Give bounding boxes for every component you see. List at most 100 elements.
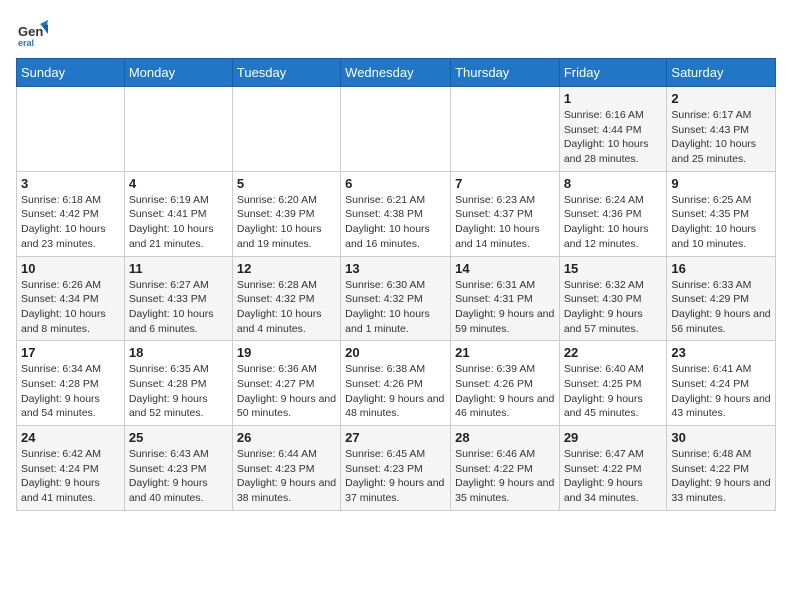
day-number: 9 bbox=[671, 176, 771, 191]
day-number: 25 bbox=[129, 430, 228, 445]
calendar-cell: 11 Sunrise: 6:27 AM Sunset: 4:33 PM Dayli… bbox=[124, 256, 232, 341]
day-info: Sunrise: 6:40 AM Sunset: 4:25 PM Dayligh… bbox=[564, 362, 663, 421]
day-info: Sunrise: 6:46 AM Sunset: 4:22 PM Dayligh… bbox=[455, 447, 555, 506]
day-info: Sunrise: 6:26 AM Sunset: 4:34 PM Dayligh… bbox=[21, 278, 120, 337]
day-info: Sunrise: 6:23 AM Sunset: 4:37 PM Dayligh… bbox=[455, 193, 555, 252]
day-number: 22 bbox=[564, 345, 663, 360]
calendar-week-0: 1 Sunrise: 6:16 AM Sunset: 4:44 PM Daylig… bbox=[17, 87, 776, 172]
header-day-saturday: Saturday bbox=[667, 59, 776, 87]
day-number: 2 bbox=[671, 91, 771, 106]
svg-text:eral: eral bbox=[18, 38, 34, 48]
calendar-cell bbox=[17, 87, 125, 172]
calendar-cell: 13Sunrise: 6:30 AM Sunset: 4:32 PM Dayli… bbox=[341, 256, 451, 341]
calendar-cell: 18 Sunrise: 6:35 AM Sunset: 4:28 PM Dayli… bbox=[124, 341, 232, 426]
day-number: 28 bbox=[455, 430, 555, 445]
day-info: Sunrise: 6:44 AM Sunset: 4:23 PM Dayligh… bbox=[237, 447, 336, 506]
day-info: Sunrise: 6:25 AM Sunset: 4:35 PM Dayligh… bbox=[671, 193, 771, 252]
svg-text:Gen: Gen bbox=[18, 24, 43, 39]
day-number: 14 bbox=[455, 261, 555, 276]
calendar-cell: 12 Sunrise: 6:28 AM Sunset: 4:32 PM Dayli… bbox=[232, 256, 340, 341]
day-number: 26 bbox=[237, 430, 336, 445]
day-info: Sunrise: 6:42 AM Sunset: 4:24 PM Dayligh… bbox=[21, 447, 120, 506]
calendar-cell: 27 Sunrise: 6:45 AM Sunset: 4:23 PM Dayli… bbox=[341, 426, 451, 511]
day-info: Sunrise: 6:45 AM Sunset: 4:23 PM Dayligh… bbox=[345, 447, 446, 506]
calendar-cell: 29 Sunrise: 6:47 AM Sunset: 4:22 PM Dayli… bbox=[559, 426, 667, 511]
calendar-week-4: 24Sunrise: 6:42 AM Sunset: 4:24 PM Dayli… bbox=[17, 426, 776, 511]
day-number: 18 bbox=[129, 345, 228, 360]
day-number: 23 bbox=[671, 345, 771, 360]
day-number: 12 bbox=[237, 261, 336, 276]
day-info: Sunrise: 6:27 AM Sunset: 4:33 PM Dayligh… bbox=[129, 278, 228, 337]
calendar-cell bbox=[341, 87, 451, 172]
calendar-cell: 7 Sunrise: 6:23 AM Sunset: 4:37 PM Daylig… bbox=[451, 171, 560, 256]
day-info: Sunrise: 6:35 AM Sunset: 4:28 PM Dayligh… bbox=[129, 362, 228, 421]
day-number: 7 bbox=[455, 176, 555, 191]
day-info: Sunrise: 6:17 AM Sunset: 4:43 PM Dayligh… bbox=[671, 108, 771, 167]
day-info: Sunrise: 6:38 AM Sunset: 4:26 PM Dayligh… bbox=[345, 362, 446, 421]
day-number: 5 bbox=[237, 176, 336, 191]
page-header: Gen eral bbox=[16, 16, 776, 48]
day-info: Sunrise: 6:34 AM Sunset: 4:28 PM Dayligh… bbox=[21, 362, 120, 421]
header-day-monday: Monday bbox=[124, 59, 232, 87]
day-info: Sunrise: 6:48 AM Sunset: 4:22 PM Dayligh… bbox=[671, 447, 771, 506]
day-info: Sunrise: 6:41 AM Sunset: 4:24 PM Dayligh… bbox=[671, 362, 771, 421]
day-info: Sunrise: 6:21 AM Sunset: 4:38 PM Dayligh… bbox=[345, 193, 446, 252]
day-info: Sunrise: 6:43 AM Sunset: 4:23 PM Dayligh… bbox=[129, 447, 228, 506]
day-number: 15 bbox=[564, 261, 663, 276]
calendar-cell: 22 Sunrise: 6:40 AM Sunset: 4:25 PM Dayli… bbox=[559, 341, 667, 426]
day-info: Sunrise: 6:39 AM Sunset: 4:26 PM Dayligh… bbox=[455, 362, 555, 421]
calendar-cell: 14Sunrise: 6:31 AM Sunset: 4:31 PM Dayli… bbox=[451, 256, 560, 341]
day-number: 27 bbox=[345, 430, 446, 445]
calendar-cell bbox=[451, 87, 560, 172]
header-day-wednesday: Wednesday bbox=[341, 59, 451, 87]
calendar-cell: 4Sunrise: 6:19 AM Sunset: 4:41 PM Daylig… bbox=[124, 171, 232, 256]
header-row: SundayMondayTuesdayWednesdayThursdayFrid… bbox=[17, 59, 776, 87]
calendar-cell: 9 Sunrise: 6:25 AM Sunset: 4:35 PM Daylig… bbox=[667, 171, 776, 256]
calendar-cell: 19 Sunrise: 6:36 AM Sunset: 4:27 PM Dayli… bbox=[232, 341, 340, 426]
day-number: 8 bbox=[564, 176, 663, 191]
day-info: Sunrise: 6:19 AM Sunset: 4:41 PM Dayligh… bbox=[129, 193, 228, 252]
calendar-cell bbox=[124, 87, 232, 172]
calendar-cell: 23 Sunrise: 6:41 AM Sunset: 4:24 PM Dayli… bbox=[667, 341, 776, 426]
header-day-sunday: Sunday bbox=[17, 59, 125, 87]
calendar-cell: 26 Sunrise: 6:44 AM Sunset: 4:23 PM Dayli… bbox=[232, 426, 340, 511]
calendar-table: SundayMondayTuesdayWednesdayThursdayFrid… bbox=[16, 58, 776, 511]
day-number: 29 bbox=[564, 430, 663, 445]
header-day-thursday: Thursday bbox=[451, 59, 560, 87]
day-info: Sunrise: 6:24 AM Sunset: 4:36 PM Dayligh… bbox=[564, 193, 663, 252]
day-number: 10 bbox=[21, 261, 120, 276]
day-number: 21 bbox=[455, 345, 555, 360]
day-info: Sunrise: 6:36 AM Sunset: 4:27 PM Dayligh… bbox=[237, 362, 336, 421]
calendar-cell: 1 Sunrise: 6:16 AM Sunset: 4:44 PM Daylig… bbox=[559, 87, 667, 172]
calendar-cell: 8 Sunrise: 6:24 AM Sunset: 4:36 PM Daylig… bbox=[559, 171, 667, 256]
day-info: Sunrise: 6:47 AM Sunset: 4:22 PM Dayligh… bbox=[564, 447, 663, 506]
calendar-header: SundayMondayTuesdayWednesdayThursdayFrid… bbox=[17, 59, 776, 87]
calendar-cell: 10 Sunrise: 6:26 AM Sunset: 4:34 PM Dayli… bbox=[17, 256, 125, 341]
day-info: Sunrise: 6:33 AM Sunset: 4:29 PM Dayligh… bbox=[671, 278, 771, 337]
calendar-week-2: 10 Sunrise: 6:26 AM Sunset: 4:34 PM Dayli… bbox=[17, 256, 776, 341]
day-info: Sunrise: 6:28 AM Sunset: 4:32 PM Dayligh… bbox=[237, 278, 336, 337]
calendar-cell: 6 Sunrise: 6:21 AM Sunset: 4:38 PM Daylig… bbox=[341, 171, 451, 256]
calendar-week-1: 3 Sunrise: 6:18 AM Sunset: 4:42 PM Daylig… bbox=[17, 171, 776, 256]
day-number: 13 bbox=[345, 261, 446, 276]
day-number: 1 bbox=[564, 91, 663, 106]
day-info: Sunrise: 6:18 AM Sunset: 4:42 PM Dayligh… bbox=[21, 193, 120, 252]
calendar-cell: 16Sunrise: 6:33 AM Sunset: 4:29 PM Dayli… bbox=[667, 256, 776, 341]
day-info: Sunrise: 6:32 AM Sunset: 4:30 PM Dayligh… bbox=[564, 278, 663, 337]
calendar-cell: 3 Sunrise: 6:18 AM Sunset: 4:42 PM Daylig… bbox=[17, 171, 125, 256]
header-day-tuesday: Tuesday bbox=[232, 59, 340, 87]
calendar-cell: 2 Sunrise: 6:17 AM Sunset: 4:43 PM Daylig… bbox=[667, 87, 776, 172]
day-number: 6 bbox=[345, 176, 446, 191]
calendar-cell: 17 Sunrise: 6:34 AM Sunset: 4:28 PM Dayli… bbox=[17, 341, 125, 426]
day-info: Sunrise: 6:16 AM Sunset: 4:44 PM Dayligh… bbox=[564, 108, 663, 167]
calendar-cell: 24Sunrise: 6:42 AM Sunset: 4:24 PM Dayli… bbox=[17, 426, 125, 511]
day-number: 19 bbox=[237, 345, 336, 360]
calendar-cell: 30Sunrise: 6:48 AM Sunset: 4:22 PM Dayli… bbox=[667, 426, 776, 511]
day-number: 11 bbox=[129, 261, 228, 276]
day-number: 20 bbox=[345, 345, 446, 360]
logo-icon: Gen eral bbox=[16, 16, 48, 48]
calendar-cell: 5Sunrise: 6:20 AM Sunset: 4:39 PM Daylig… bbox=[232, 171, 340, 256]
day-number: 17 bbox=[21, 345, 120, 360]
day-number: 3 bbox=[21, 176, 120, 191]
calendar-body: 1 Sunrise: 6:16 AM Sunset: 4:44 PM Daylig… bbox=[17, 87, 776, 511]
